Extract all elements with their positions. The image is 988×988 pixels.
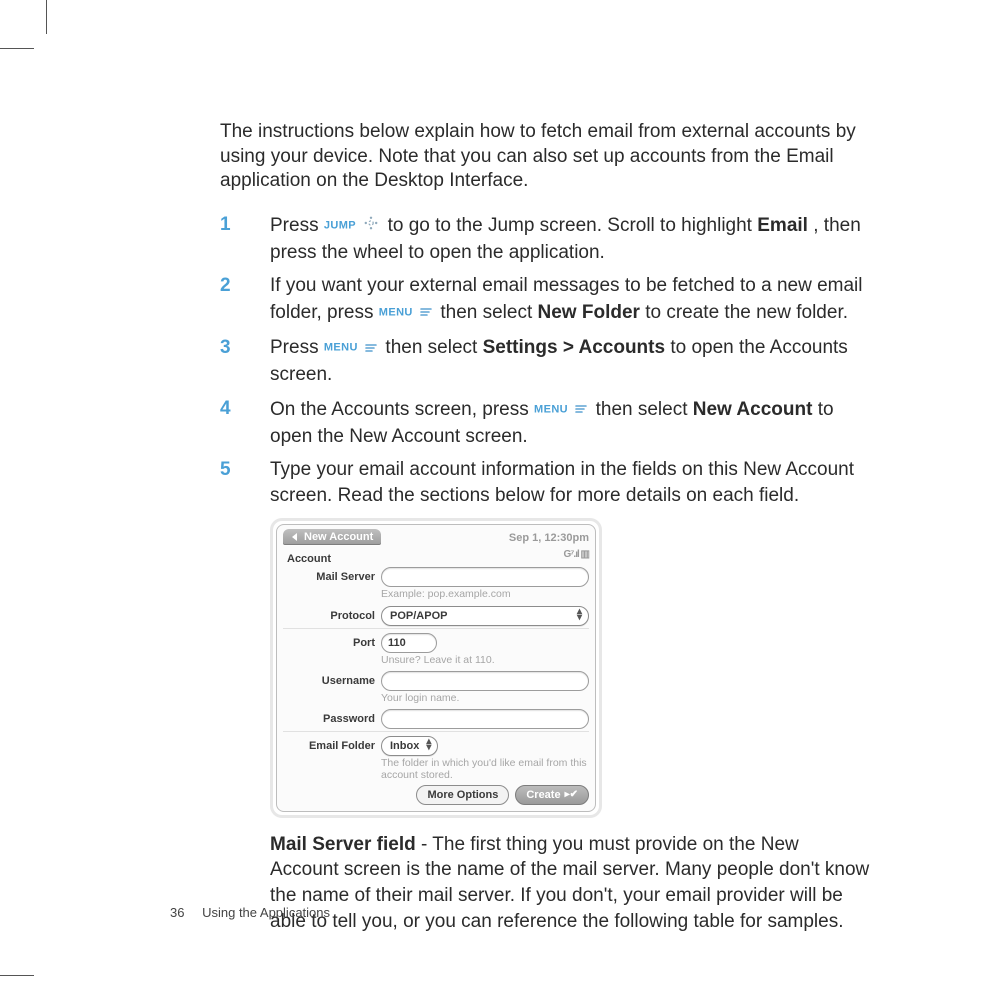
screen-tab: New Account xyxy=(283,529,381,545)
crop-mark xyxy=(0,48,34,49)
jump-icon xyxy=(363,212,379,238)
device-screenshot: New Account Sep 1, 12:30pm G⁷.ıl ▥ Accou… xyxy=(270,518,602,817)
username-input[interactable] xyxy=(381,671,589,691)
crop-mark xyxy=(0,975,34,976)
create-button[interactable]: Create▸✔ xyxy=(515,785,589,805)
step-text: Press MENU then select Settings > Accoun… xyxy=(270,337,848,385)
field-heading: Mail Server field xyxy=(270,834,416,855)
status-bar: Sep 1, 12:30pm G⁷.ıl ▥ xyxy=(509,529,589,561)
manual-page: The instructions below explain how to fe… xyxy=(0,0,988,988)
password-label: Password xyxy=(283,713,381,725)
updown-icon: ▴▾ xyxy=(426,739,431,751)
protocol-row: Protocol POP/APOP ▴▾ xyxy=(283,606,589,626)
menu-icon xyxy=(420,299,432,325)
step-4: 4 On the Accounts screen, press MENU the… xyxy=(220,396,870,449)
step-1: 1 Press JUMP to go to the Jump screen. S… xyxy=(220,212,870,265)
clock: Sep 1, 12:30pm xyxy=(509,532,589,544)
email-folder-label: Email Folder xyxy=(283,740,381,752)
menu-icon xyxy=(575,396,587,422)
mail-server-input[interactable] xyxy=(381,567,589,587)
password-input[interactable] xyxy=(381,709,589,729)
password-row: Password xyxy=(283,709,589,729)
step-text: Type your email account information in t… xyxy=(270,459,854,506)
step-5: 5 Type your email account information in… xyxy=(220,457,870,508)
port-input[interactable]: 110 xyxy=(381,633,437,653)
page-footer: 36 Using the Applications xyxy=(170,905,330,920)
protocol-select[interactable]: POP/APOP ▴▾ xyxy=(381,606,589,626)
step-number: 4 xyxy=(220,396,231,422)
step-number: 5 xyxy=(220,457,231,483)
step-number: 1 xyxy=(220,212,231,238)
menu-icon xyxy=(365,335,377,361)
step-number: 2 xyxy=(220,273,231,299)
step-text: If you want your external email messages… xyxy=(270,275,862,322)
port-row: Port 110 xyxy=(283,633,589,653)
port-label: Port xyxy=(283,637,381,649)
menu-label: MENU xyxy=(324,342,358,354)
protocol-label: Protocol xyxy=(283,610,381,622)
dialog-footer: More Options Create▸✔ xyxy=(283,785,589,805)
content-block: The instructions below explain how to fe… xyxy=(220,120,870,934)
more-options-button[interactable]: More Options xyxy=(416,785,509,805)
step-3: 3 Press MENU then select Settings > Acco… xyxy=(220,335,870,388)
step-list: 1 Press JUMP to go to the Jump screen. S… xyxy=(220,212,870,508)
page-number: 36 xyxy=(170,905,184,920)
menu-label: MENU xyxy=(379,306,413,318)
step-text: Press JUMP to go to the Jump screen. Scr… xyxy=(270,215,861,263)
mail-server-paragraph: Mail Server field - The first thing you … xyxy=(270,832,870,935)
email-folder-hint: The folder in which you'd like email fro… xyxy=(381,757,589,781)
step-text: On the Accounts screen, press MENU then … xyxy=(270,399,834,447)
back-icon xyxy=(288,531,300,543)
section-name: Using the Applications xyxy=(202,905,330,920)
jump-label: JUMP xyxy=(324,219,356,231)
menu-label: MENU xyxy=(534,403,568,415)
port-hint: Unsure? Leave it at 110. xyxy=(381,654,589,666)
updown-icon: ▴▾ xyxy=(577,609,582,621)
crop-mark xyxy=(46,0,47,34)
mail-server-label: Mail Server xyxy=(283,571,381,583)
signal-icon: G⁷.ıl ▥ xyxy=(564,549,589,560)
check-icon: ▸✔ xyxy=(565,789,578,800)
email-folder-select[interactable]: Inbox ▴▾ xyxy=(381,736,438,756)
step-number: 3 xyxy=(220,335,231,361)
step-2: 2 If you want your external email messag… xyxy=(220,273,870,326)
username-label: Username xyxy=(283,675,381,687)
username-row: Username xyxy=(283,671,589,691)
intro-paragraph: The instructions below explain how to fe… xyxy=(220,120,870,194)
mail-server-row: Mail Server xyxy=(283,567,589,587)
email-folder-row: Email Folder Inbox ▴▾ xyxy=(283,736,589,756)
mail-server-hint: Example: pop.example.com xyxy=(381,588,589,600)
username-hint: Your login name. xyxy=(381,692,589,704)
